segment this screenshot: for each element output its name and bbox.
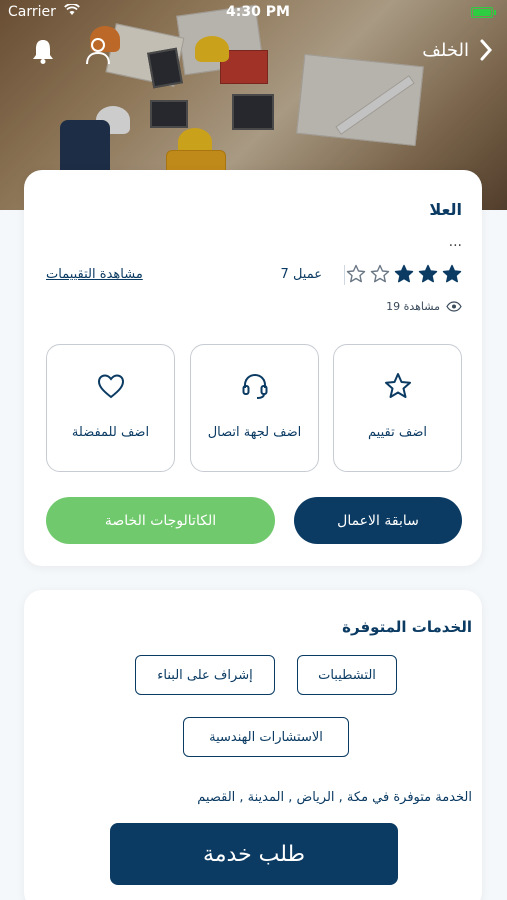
service-chip-consulting[interactable]: الاستشارات الهندسية	[183, 717, 349, 757]
views-label: 19 مشاهدة	[386, 300, 440, 313]
eye-icon	[446, 301, 462, 312]
add-rating-label: اضف تقييم	[368, 425, 427, 440]
company-name: العلا	[429, 200, 462, 219]
previous-works-label: سابقة الاعمال	[337, 512, 419, 529]
star-empty-icon	[370, 264, 390, 283]
service-chip-label: التشطيبات	[318, 667, 376, 683]
catalogs-label: الكاتالوجات الخاصة	[104, 512, 217, 529]
back-label: الخلف	[422, 39, 469, 61]
bell-icon[interactable]	[28, 36, 58, 66]
previous-works-button[interactable]: سابقة الاعمال	[294, 497, 462, 544]
back-button[interactable]: الخلف	[422, 38, 493, 62]
service-chip-supervision[interactable]: إشراف على البناء	[135, 655, 275, 695]
add-favorite-label: اضف للمفضلة	[71, 425, 150, 440]
status-bar: Carrier 4:30 PM	[0, 0, 507, 24]
add-contact-button[interactable]: اضف لجهة اتصال	[190, 344, 319, 472]
request-service-button[interactable]: طلب خدمة	[110, 823, 398, 885]
catalogs-button[interactable]: الكاتالوجات الخاصة	[46, 497, 275, 544]
rating-stars	[346, 264, 462, 284]
add-favorite-button[interactable]: اضف للمفضلة	[46, 344, 175, 472]
star-outline-icon	[384, 373, 411, 398]
heart-icon	[97, 374, 124, 399]
view-reviews-link[interactable]: مشاهدة التقييمات	[46, 267, 143, 282]
company-description: ...	[448, 234, 462, 250]
chevron-right-icon	[480, 39, 493, 61]
service-chip-label: الاستشارات الهندسية	[209, 729, 323, 745]
user-profile-icon[interactable]	[84, 36, 112, 66]
request-service-label: طلب خدمة	[202, 841, 306, 867]
carrier-label: Carrier	[8, 4, 56, 20]
star-filled-icon	[418, 264, 438, 283]
service-availability: الخدمة متوفرة في مكة , الرياض , المدينة …	[197, 790, 472, 805]
views-count: 19 مشاهدة	[386, 300, 462, 313]
rating-divider	[344, 265, 345, 285]
star-filled-icon	[442, 264, 462, 283]
star-filled-icon	[394, 264, 414, 283]
service-chip-label: إشراف على البناء	[157, 667, 253, 683]
add-contact-label: اضف لجهة اتصال	[207, 425, 302, 440]
headset-icon	[242, 373, 267, 399]
star-empty-icon	[346, 264, 366, 283]
services-title: الخدمات المتوفرة	[342, 618, 472, 636]
battery-icon	[471, 7, 496, 18]
workers-count: 7 عميل	[280, 267, 322, 282]
service-chip-finishing[interactable]: التشطيبات	[297, 655, 397, 695]
add-rating-button[interactable]: اضف تقييم	[333, 344, 462, 472]
services-card: الخدمات المتوفرة التشطيبات إشراف على الب…	[24, 590, 482, 900]
wifi-icon	[64, 4, 80, 15]
company-info-card: العلا ... 7 عميل مشاهدة التقييمات 19 مشا…	[24, 170, 482, 566]
clock: 4:30 PM	[226, 4, 290, 20]
